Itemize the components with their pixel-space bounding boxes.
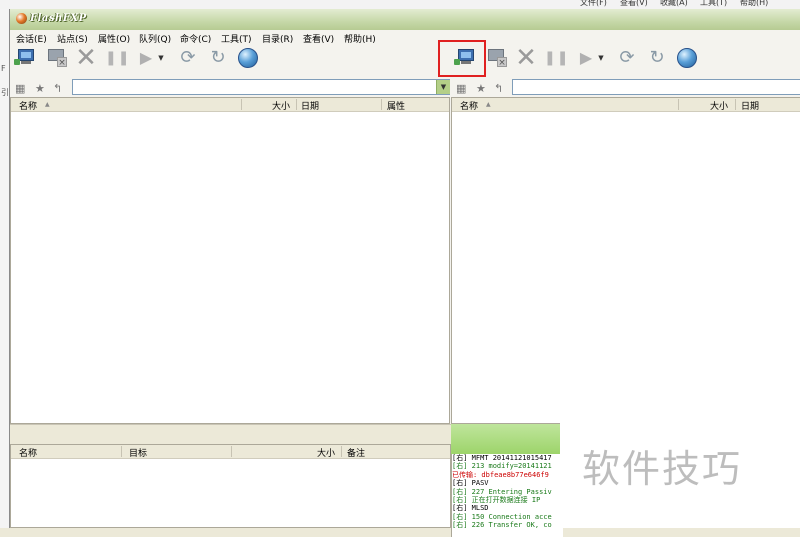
queue-column-notes[interactable]: 备注: [347, 446, 365, 459]
globe-icon: [677, 48, 697, 68]
queue-column-target[interactable]: 目标: [129, 446, 147, 459]
globe-icon: [238, 48, 258, 68]
right-toolbar: × ✕ ❚❚ ▶ ▼ ⟳ ↻: [451, 43, 800, 74]
window-title: FlashFXP: [30, 13, 87, 24]
column-name[interactable]: 名称: [19, 99, 37, 112]
column-date[interactable]: 日期: [741, 99, 759, 112]
transfer-button-right[interactable]: ▶: [574, 46, 598, 70]
browser-menu-view: 查看(V): [620, 0, 648, 7]
remote-tree-icon[interactable]: ▦: [456, 82, 466, 95]
remote-file-list[interactable]: 名称 ▲ 大小 日期: [451, 97, 800, 424]
app-icon: [16, 13, 27, 24]
queue-column-name[interactable]: 名称: [19, 446, 37, 459]
left-address-input[interactable]: [72, 79, 450, 95]
log-line: [右] 226 Transfer OK, co: [452, 521, 552, 530]
refresh-icon: ⟳: [619, 47, 635, 68]
transfer-dropdown[interactable]: ▼: [156, 46, 166, 70]
browser-menu-tools: 工具(T): [700, 0, 728, 7]
up-folder-icon[interactable]: ↰: [494, 82, 503, 95]
edge-letter: F: [1, 64, 6, 73]
queue-header: 名称 目标 大小 备注: [11, 445, 450, 459]
queue-column-size[interactable]: 大小: [317, 446, 335, 459]
reload-button-right[interactable]: ↻: [645, 46, 669, 70]
dropdown-arrow-icon: ▼: [598, 54, 604, 62]
column-size[interactable]: 大小: [272, 99, 290, 112]
column-name[interactable]: 名称: [460, 99, 478, 112]
session-log[interactable]: [右] MFMT 20141121015417 [右] 213 modify=20…: [451, 454, 563, 537]
menu-bar: 会话(E) 站点(S) 属性(O) 队列(Q) 命令(C) 工具(T) 目录(R…: [10, 30, 800, 45]
browse-button-right[interactable]: [675, 46, 699, 70]
queue-list[interactable]: 名称 目标 大小 备注: [10, 444, 451, 528]
favorites-star-icon[interactable]: ★: [35, 82, 45, 95]
play-icon: ▶: [579, 48, 593, 67]
refresh-button[interactable]: ⟳: [176, 46, 200, 70]
title-bar[interactable]: FlashFXP: [10, 9, 800, 31]
menu-session[interactable]: 会话(E): [16, 32, 47, 45]
pause-icon: ❚❚: [544, 50, 570, 66]
connect-highlight-box: [438, 40, 486, 77]
connect-button[interactable]: [14, 46, 38, 70]
log-line: [右] 213 modify=20141121: [452, 462, 552, 471]
remote-list-header: 名称 ▲ 大小 日期: [452, 98, 800, 112]
local-tree-icon[interactable]: ▦: [15, 82, 25, 95]
sort-arrow-icon: ▲: [45, 101, 50, 108]
dropdown-arrow-icon: ▼: [158, 54, 164, 62]
browser-menu-favorites: 收藏(A): [660, 0, 688, 7]
column-date[interactable]: 日期: [301, 99, 319, 112]
right-address-input[interactable]: [512, 79, 800, 95]
pause-icon: ❚❚: [105, 50, 131, 66]
browse-button[interactable]: [236, 46, 260, 70]
reload-icon: ↻: [210, 47, 226, 68]
pause-button[interactable]: ❚❚: [105, 46, 129, 70]
abort-button-right[interactable]: ✕: [514, 43, 538, 73]
transfer-status-bar: [451, 424, 561, 454]
pause-button-right[interactable]: ❚❚: [544, 46, 568, 70]
menu-queue[interactable]: 队列(Q): [139, 32, 171, 45]
refresh-button-right[interactable]: ⟳: [615, 46, 639, 70]
connect-icon: [18, 49, 34, 61]
disconnect-button-right[interactable]: ×: [484, 46, 508, 70]
browser-menu-file: 文件(F): [580, 0, 607, 7]
abort-icon: ✕: [75, 43, 97, 73]
menu-properties[interactable]: 属性(O): [98, 32, 130, 45]
menu-view[interactable]: 查看(V): [303, 32, 334, 45]
reload-icon: ↻: [649, 47, 665, 68]
local-file-list[interactable]: 名称 ▲ 大小 日期 属性: [10, 97, 450, 424]
up-folder-icon[interactable]: ↰: [53, 82, 62, 95]
transfer-button[interactable]: ▶: [134, 46, 158, 70]
log-line: [右] 227 Entering Passiv: [452, 487, 552, 496]
edge-letter: 引: [1, 88, 9, 97]
sort-arrow-icon: ▲: [486, 101, 491, 108]
refresh-icon: ⟳: [180, 47, 196, 68]
log-line: [右] PASV: [452, 479, 489, 488]
reload-button[interactable]: ↻: [206, 46, 230, 70]
log-line: [右] MLSD: [452, 504, 489, 513]
left-toolbar: × ✕ ❚❚ ▶ ▼ ⟳ ↻: [10, 43, 451, 74]
menu-commands[interactable]: 命令(C): [180, 32, 211, 45]
column-size[interactable]: 大小: [710, 99, 728, 112]
browser-menu-help: 帮助(H): [740, 0, 769, 7]
column-attributes[interactable]: 属性: [387, 99, 405, 112]
log-line: [右] 正在打开数据连接 IP: [452, 496, 541, 505]
favorites-star-icon[interactable]: ★: [476, 82, 486, 95]
abort-button[interactable]: ✕: [74, 43, 98, 73]
abort-icon: ✕: [515, 43, 537, 73]
transfer-dropdown-right[interactable]: ▼: [596, 46, 606, 70]
log-line: [右] 150 Connection acce: [452, 512, 552, 521]
log-line: 已传输: dbfeae8b77e646f9: [452, 470, 549, 479]
log-line: [右] MFMT 20141121015417: [452, 454, 552, 462]
left-address-dropdown[interactable]: ▼: [436, 80, 450, 94]
disconnect-button[interactable]: ×: [44, 46, 68, 70]
menu-tools[interactable]: 工具(T): [221, 32, 252, 45]
play-icon: ▶: [139, 48, 153, 67]
local-list-header: 名称 ▲ 大小 日期 属性: [11, 98, 449, 112]
watermark-text: 软件技巧: [582, 447, 743, 491]
menu-help[interactable]: 帮助(H): [344, 32, 376, 45]
menu-directory[interactable]: 目录(R): [262, 32, 293, 45]
